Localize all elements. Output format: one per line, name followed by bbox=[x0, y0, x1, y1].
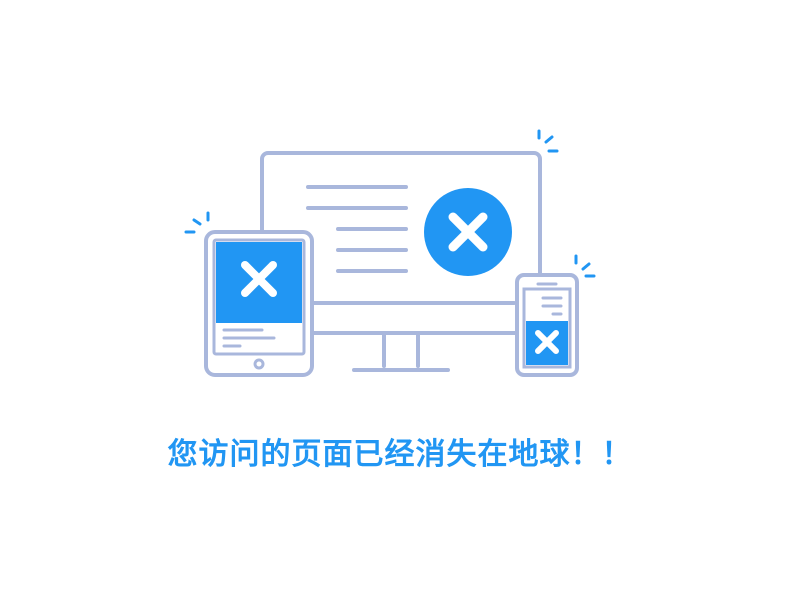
monitor-error-badge bbox=[424, 188, 512, 276]
devices-error-illustration bbox=[184, 129, 596, 377]
tablet-icon bbox=[204, 230, 314, 377]
page-not-found-message: 您访问的页面已经消失在地球！！ bbox=[167, 437, 633, 472]
smartphone-icon bbox=[515, 273, 579, 377]
